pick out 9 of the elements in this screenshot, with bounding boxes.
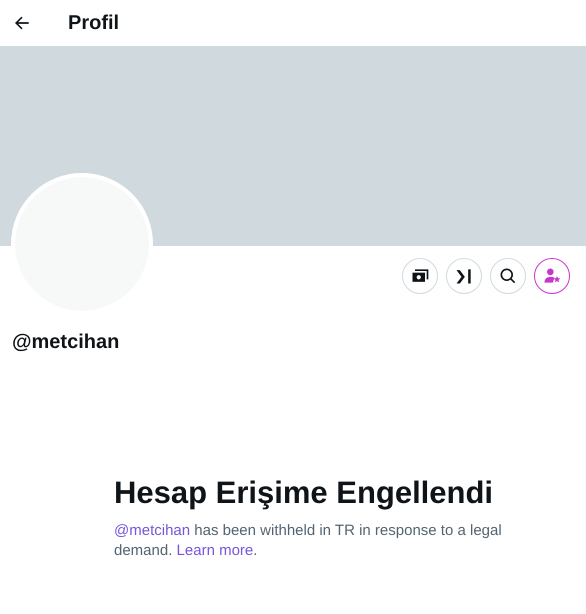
notice-text: @metcihan has been withheld in TR in response to a legal demand. Learn more.	[114, 521, 503, 561]
profile-handle: @metcihan	[11, 330, 120, 352]
x-mark-icon[interactable]	[446, 258, 482, 294]
search-icon[interactable]	[490, 258, 526, 294]
notice-title: Hesap Erişime Engellendi	[114, 475, 494, 511]
money-icon[interactable]	[402, 258, 438, 294]
learn-more-link[interactable]: Learn more	[176, 542, 254, 559]
page-title: Profil	[68, 12, 120, 34]
mention-link[interactable]: @metcihan	[114, 522, 190, 539]
